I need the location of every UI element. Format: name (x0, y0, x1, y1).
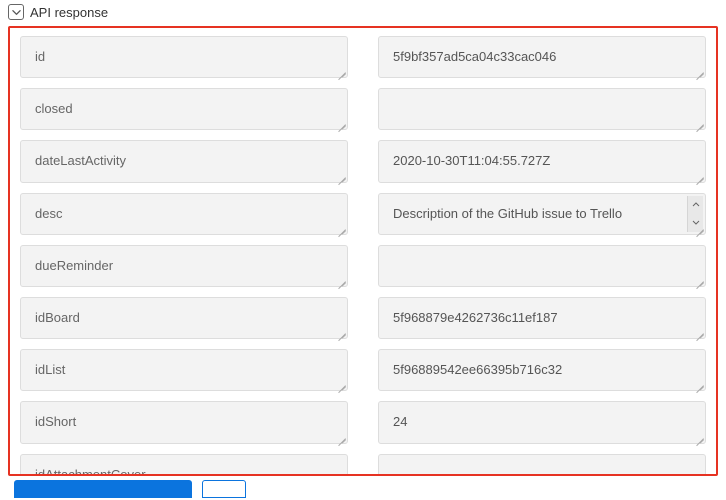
bottom-action-bar (14, 480, 246, 498)
response-key-text: closed (35, 101, 73, 116)
response-value-text: 5f968879e4262736c11ef187 (393, 310, 558, 325)
resize-handle[interactable] (693, 274, 704, 285)
response-key-cell[interactable]: closed (20, 88, 348, 130)
resize-handle[interactable] (335, 378, 346, 389)
response-key-text: idAttachmentCover (35, 467, 146, 475)
resize-handle[interactable] (335, 326, 346, 337)
response-row: desc Description of the GitHub issue to T… (20, 193, 706, 235)
panel-header: API response (0, 0, 726, 26)
value-spinner (687, 196, 703, 232)
response-key-cell[interactable]: idShort (20, 401, 348, 443)
resize-handle[interactable] (693, 117, 704, 128)
response-value-text: 24 (393, 414, 407, 429)
response-row: idList 5f96889542ee66395b716c32 (20, 349, 706, 391)
resize-handle[interactable] (693, 65, 704, 76)
response-key-cell[interactable]: dueReminder (20, 245, 348, 287)
resize-handle[interactable] (335, 117, 346, 128)
response-value-cell[interactable]: 5f96889542ee66395b716c32 (378, 349, 706, 391)
response-value-cell[interactable]: 5f9bf357ad5ca04c33cac046 (378, 36, 706, 78)
response-row: id 5f9bf357ad5ca04c33cac046 (20, 36, 706, 78)
secondary-button[interactable] (202, 480, 246, 498)
response-value-text: 5f9bf357ad5ca04c33cac046 (393, 49, 556, 64)
response-value-text: Description of the GitHub issue to Trell… (393, 206, 622, 221)
response-key-text: desc (35, 206, 62, 221)
chevron-down-icon (692, 220, 700, 225)
response-key-text: dueReminder (35, 258, 113, 273)
chevron-down-icon (12, 8, 21, 17)
chevron-up-icon (692, 202, 700, 207)
resize-handle[interactable] (335, 431, 346, 442)
response-key-text: idBoard (35, 310, 80, 325)
response-value-text: 2020-10-30T11:04:55.727Z (393, 153, 550, 168)
response-key-text: idShort (35, 414, 76, 429)
response-key-cell[interactable]: idList (20, 349, 348, 391)
resize-handle[interactable] (693, 170, 704, 181)
response-key-cell[interactable]: dateLastActivity (20, 140, 348, 182)
collapse-toggle[interactable] (8, 4, 24, 20)
resize-handle[interactable] (335, 222, 346, 233)
response-row: dueReminder (20, 245, 706, 287)
spinner-up[interactable] (688, 196, 703, 214)
response-value-cell[interactable] (378, 245, 706, 287)
resize-handle[interactable] (335, 274, 346, 285)
response-value-text: 5f96889542ee66395b716c32 (393, 362, 562, 377)
resize-handle[interactable] (693, 378, 704, 389)
response-key-cell[interactable]: idAttachmentCover (20, 454, 348, 475)
resize-handle[interactable] (335, 65, 346, 76)
response-key-cell[interactable]: id (20, 36, 348, 78)
response-value-cell[interactable] (378, 454, 706, 475)
response-value-cell[interactable]: 2020-10-30T11:04:55.727Z (378, 140, 706, 182)
response-key-text: dateLastActivity (35, 153, 126, 168)
response-value-cell[interactable]: 24 (378, 401, 706, 443)
response-value-cell[interactable]: 5f968879e4262736c11ef187 (378, 297, 706, 339)
response-key-cell[interactable]: desc (20, 193, 348, 235)
response-scroll-area[interactable]: id 5f9bf357ad5ca04c33cac046 closed dateLast… (10, 28, 716, 474)
response-row: idAttachmentCover (20, 454, 706, 475)
response-row: idBoard 5f968879e4262736c11ef187 (20, 297, 706, 339)
api-response-panel: id 5f9bf357ad5ca04c33cac046 closed dateLast… (8, 26, 718, 476)
response-value-cell[interactable]: Description of the GitHub issue to Trell… (378, 193, 706, 235)
response-key-text: id (35, 49, 45, 64)
resize-handle[interactable] (693, 326, 704, 337)
primary-button[interactable] (14, 480, 192, 498)
resize-handle[interactable] (693, 431, 704, 442)
response-value-cell[interactable] (378, 88, 706, 130)
spinner-down[interactable] (688, 214, 703, 232)
resize-handle[interactable] (335, 170, 346, 181)
response-key-cell[interactable]: idBoard (20, 297, 348, 339)
response-key-text: idList (35, 362, 65, 377)
response-row: dateLastActivity 2020-10-30T11:04:55.727Z (20, 140, 706, 182)
panel-title: API response (30, 5, 108, 20)
response-row: idShort 24 (20, 401, 706, 443)
response-row: closed (20, 88, 706, 130)
